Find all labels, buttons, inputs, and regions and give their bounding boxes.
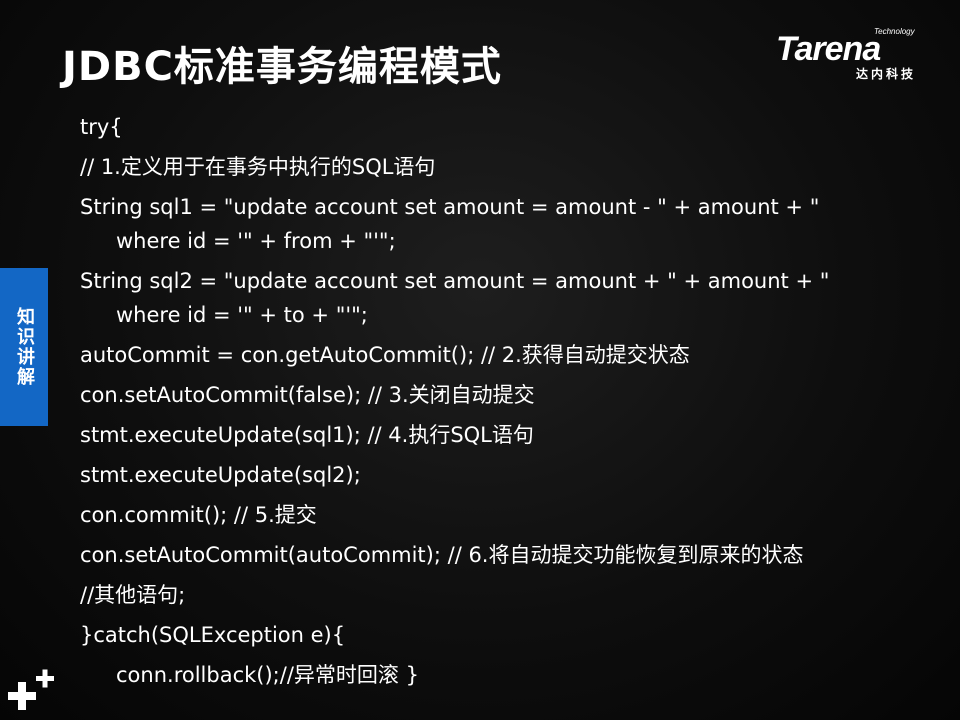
- code-block: try{ // 1.定义用于在事务中执行的SQL语句 String sql1 =…: [80, 110, 920, 698]
- code-line: con.setAutoCommit(autoCommit); // 6.将自动提…: [80, 543, 804, 567]
- tarena-logo: Technology Tarena 达内科技: [776, 27, 916, 81]
- logo-subtitle: 达内科技: [856, 66, 916, 81]
- code-line-text: String sql1 = "update account set amount…: [80, 195, 820, 219]
- slide-background: JDBC标准事务编程模式 Technology Tarena 达内科技 知识讲解…: [0, 0, 960, 720]
- code-line-continuation: where id = '" + to + "'";: [116, 303, 368, 327]
- code-line-continuation: where id = '" + from + "'";: [116, 229, 396, 253]
- code-line: try{: [80, 115, 123, 139]
- code-line: stmt.executeUpdate(sql2);: [80, 463, 361, 487]
- logo-brand: Tarena: [776, 30, 880, 68]
- code-line: con.setAutoCommit(false); // 3.关闭自动提交: [80, 383, 535, 407]
- code-line: String sql1 = "update account set amount…: [80, 190, 920, 258]
- code-line: String sql2 = "update account set amount…: [80, 264, 920, 332]
- code-line: autoCommit = con.getAutoCommit(); // 2.获…: [80, 343, 690, 367]
- code-line: con.commit(); // 5.提交: [80, 503, 317, 527]
- code-line: stmt.executeUpdate(sql1); // 4.执行SQL语句: [80, 423, 534, 447]
- code-line: }catch(SQLException e){: [80, 623, 346, 647]
- code-line: // 1.定义用于在事务中执行的SQL语句: [80, 155, 436, 179]
- side-tab-label: 知识讲解: [14, 307, 35, 387]
- plus-plus-icon: [8, 669, 54, 710]
- code-line-text: String sql2 = "update account set amount…: [80, 269, 830, 293]
- slide-title: JDBC标准事务编程模式: [62, 44, 502, 90]
- side-tab: 知识讲解: [0, 268, 48, 426]
- code-line: //其他语句;: [80, 583, 186, 607]
- code-line: conn.rollback();//异常时回滚 }: [116, 663, 419, 687]
- logo-small-text: Technology: [874, 27, 916, 36]
